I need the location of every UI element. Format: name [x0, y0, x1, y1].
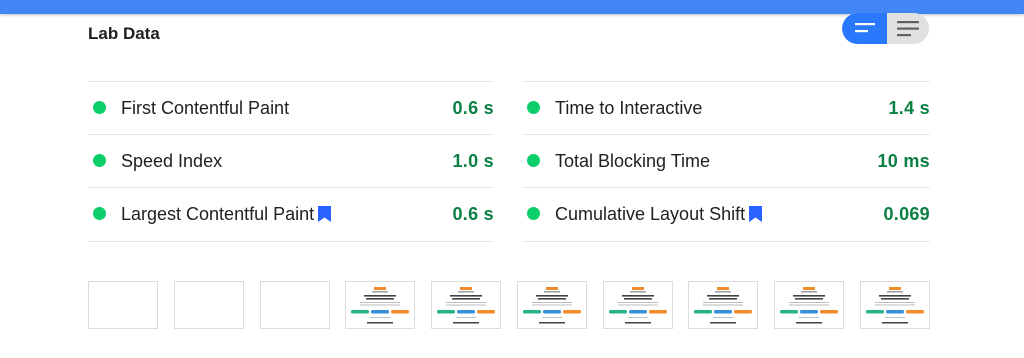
- metric-label-text: Cumulative Layout Shift: [555, 204, 746, 224]
- metric-label-text: Total Blocking Time: [555, 151, 711, 171]
- filmstrip-frame: [345, 281, 415, 329]
- metric-label-text: Speed Index: [121, 151, 223, 171]
- metric-row-cumulative-layout-shift[interactable]: Cumulative Layout Shift 0.069: [522, 187, 930, 242]
- pass-status-icon: [527, 154, 540, 167]
- bookmark-icon: [749, 206, 763, 222]
- list-view-toggle-button[interactable]: [842, 13, 887, 44]
- filmstrip-frame: [260, 281, 330, 329]
- filmstrip-frame: [603, 281, 673, 329]
- metrics-column-left: First Contentful Paint 0.6 s Speed Index 1.…: [88, 81, 494, 242]
- metric-value: 0.6 s: [452, 204, 494, 224]
- filmstrip-frame: [688, 281, 758, 329]
- metric-row-time-to-interactive[interactable]: Time to Interactive 1.4 s: [522, 81, 930, 134]
- filmstrip-frame: [174, 281, 244, 329]
- filmstrip: [88, 281, 930, 331]
- pass-status-icon: [527, 101, 540, 114]
- metric-row-largest-contentful-paint[interactable]: Largest Contentful Paint 0.6 s: [88, 187, 494, 242]
- page-screenshot-thumbnail: [780, 287, 838, 324]
- metric-label-text: Largest Contentful Paint: [121, 204, 315, 224]
- pass-status-icon: [93, 154, 106, 167]
- list-view-icon: [854, 22, 875, 32]
- section-title: Lab Data: [88, 24, 160, 43]
- detailed-view-icon: [897, 20, 919, 36]
- filmstrip-frame: [431, 281, 501, 329]
- top-bar: [0, 0, 1024, 14]
- page-screenshot-thumbnail: [351, 287, 409, 324]
- metric-label: Time to Interactive: [555, 98, 702, 119]
- metric-row-first-contentful-paint[interactable]: First Contentful Paint 0.6 s: [88, 81, 494, 134]
- metric-label: First Contentful Paint: [121, 98, 289, 119]
- filmstrip-frame: [860, 281, 930, 329]
- metric-label: Largest Contentful Paint: [121, 204, 332, 225]
- metric-value: 0.069: [883, 204, 930, 224]
- metric-value: 10 ms: [877, 151, 930, 171]
- filmstrip-frame: [88, 281, 158, 329]
- page-screenshot-thumbnail: [523, 287, 581, 324]
- detailed-view-toggle-button[interactable]: [887, 13, 929, 44]
- page-screenshot-thumbnail: [694, 287, 752, 324]
- page-screenshot-thumbnail: [609, 287, 667, 324]
- metric-value: 1.4 s: [888, 98, 930, 118]
- pass-status-icon: [527, 207, 540, 220]
- metric-label-text: Time to Interactive: [555, 98, 703, 118]
- metric-row-speed-index[interactable]: Speed Index 1.0 s: [88, 134, 494, 187]
- pass-status-icon: [93, 101, 106, 114]
- metric-label: Total Blocking Time: [555, 151, 710, 172]
- page-screenshot-thumbnail: [437, 287, 495, 324]
- metric-label: Speed Index: [121, 151, 222, 172]
- filmstrip-frame: [774, 281, 844, 329]
- bookmark-icon: [318, 206, 332, 222]
- pass-status-icon: [93, 207, 106, 220]
- metrics-column-right: Time to Interactive 1.4 s Total Blocking T…: [522, 81, 930, 242]
- metric-label-text: First Contentful Paint: [121, 98, 290, 118]
- filmstrip-frame: [517, 281, 587, 329]
- metric-value: 1.0 s: [452, 151, 494, 171]
- page-screenshot-thumbnail: [866, 287, 924, 324]
- view-toggle: [842, 13, 929, 44]
- metric-row-total-blocking-time[interactable]: Total Blocking Time 10 ms: [522, 134, 930, 187]
- metric-value: 0.6 s: [452, 98, 494, 118]
- metric-label: Cumulative Layout Shift: [555, 204, 763, 225]
